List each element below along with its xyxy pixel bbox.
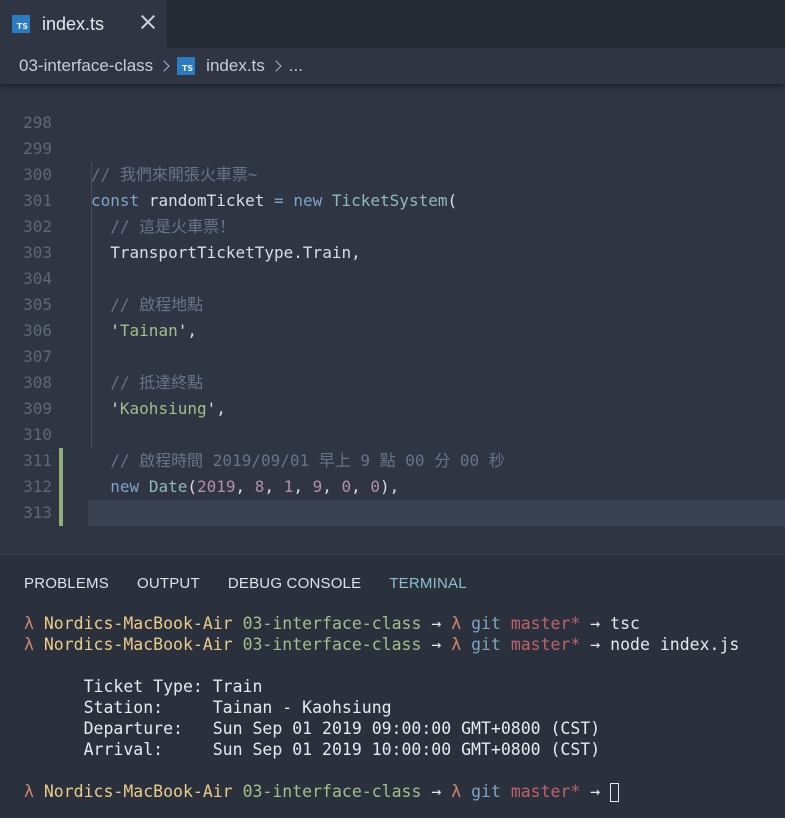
code-line[interactable]: 312 ); [0,448,785,522]
terminal-output-line: Station: Tainan - Kaohsiung [83,698,392,717]
prompt-arrow: → [590,635,601,654]
terminal-output-line: Arrival: Sun Sep 01 2019 10:00:00 GMT+08… [83,740,601,759]
prompt-lambda: λ [451,614,462,633]
code-line[interactable]: 301 // 這是火車票！ [0,162,785,236]
panel-tab-bar: PROBLEMS OUTPUT DEBUG CONSOLE TERMINAL [0,555,471,611]
tab-terminal[interactable]: TERMINAL [389,575,466,592]
breadcrumb-folder[interactable]: 03-interface-class [19,56,153,76]
terminal-command: node index.js [610,635,740,654]
current-line-highlight [88,500,785,526]
prompt-arrow: → [431,782,442,801]
close-icon[interactable] [140,14,156,30]
typescript-file-icon: TS [12,15,30,33]
prompt-arrow: → [431,614,442,633]
prompt-branch: master* [510,614,581,633]
prompt-lambda: λ [24,614,34,633]
prompt-branch: master* [510,782,581,801]
breadcrumb-more[interactable]: ... [289,56,303,76]
prompt-lambda: λ [24,635,34,654]
bottom-panel: PROBLEMS OUTPUT DEBUG CONSOLE TERMINAL λ… [0,554,785,818]
code-editor[interactable]: 298 299 // 我們來開張火車票~ 300 const randomTic… [0,84,785,603]
code-line[interactable]: 306 [0,292,785,340]
code-line[interactable]: 311 new Date(2019, 8, 1, 9, 0, 0), [0,422,785,496]
code-line[interactable]: 309 [0,370,785,418]
tab-problems[interactable]: PROBLEMS [24,575,109,592]
code-line[interactable]: 303 [0,214,785,262]
prompt-arrow: → [431,635,442,654]
tab-debug-console[interactable]: DEBUG CONSOLE [228,575,361,592]
prompt-lambda: λ [451,635,462,654]
prompt-dir: 03-interface-class [242,782,422,801]
code-line[interactable]: 304 // 啟程地點 [0,240,785,314]
terminal-output-line: Departure: Sun Sep 01 2019 09:00:00 GMT+… [83,719,601,738]
terminal-command: tsc [610,614,640,633]
breadcrumb-file[interactable]: index.ts [206,56,265,76]
tab-index-ts[interactable]: TS index.ts [0,0,167,48]
prompt-host: Nordics-MacBook-Air [43,635,233,654]
code-line-current[interactable]: 314 randomTicket.getTicketInfo(); [0,500,785,603]
prompt-lambda: λ [24,782,34,801]
editor-tab-bar: TS index.ts [0,0,785,48]
code-line[interactable]: 307 // 抵達終點 [0,318,785,392]
prompt-dir: 03-interface-class [242,614,422,633]
prompt-git: git [471,782,501,801]
prompt-dir: 03-interface-class [242,635,422,654]
terminal-output-line: Ticket Type: Train [83,677,263,696]
chevron-right-icon [270,60,282,72]
prompt-git: git [471,635,501,654]
prompt-host: Nordics-MacBook-Air [43,614,233,633]
prompt-host: Nordics-MacBook-Air [43,782,233,801]
code-line[interactable]: 308 'Kaohsiung', [0,344,785,418]
chevron-right-icon [158,60,170,72]
tab-output[interactable]: OUTPUT [137,575,200,592]
prompt-arrow: → [590,782,601,801]
terminal-prompt-line: λ Nordics-MacBook-Air 03-interface-class… [24,613,739,634]
prompt-git: git [471,614,501,633]
code-line[interactable]: 299 // 我們來開張火車票~ [0,110,785,184]
breadcrumb: 03-interface-class TS index.ts ... [0,48,785,84]
prompt-arrow: → [590,614,601,633]
terminal-cursor [610,783,620,802]
code-line[interactable]: 298 [0,84,785,132]
terminal-prompt-line: λ Nordics-MacBook-Air 03-interface-class… [24,634,739,655]
terminal-prompt-line[interactable]: λ Nordics-MacBook-Air 03-interface-class… [24,781,739,802]
tab-label: index.ts [42,13,105,34]
code-line[interactable]: 302 TransportTicketType.Train, [0,188,785,262]
code-line[interactable]: 305 'Tainan', [0,266,785,340]
terminal[interactable]: λ Nordics-MacBook-Air 03-interface-class… [24,613,739,802]
code-line[interactable]: 300 const randomTicket = new TicketSyste… [0,136,785,210]
code-line[interactable]: 310 // 啟程時間 2019/09/01 早上 9 點 00 分 00 秒 [0,396,785,470]
prompt-branch: master* [510,635,581,654]
typescript-file-icon: TS [177,57,196,75]
code-line[interactable]: 315 [0,526,785,574]
prompt-lambda: λ [451,782,462,801]
code-line[interactable]: 313 [0,474,785,522]
